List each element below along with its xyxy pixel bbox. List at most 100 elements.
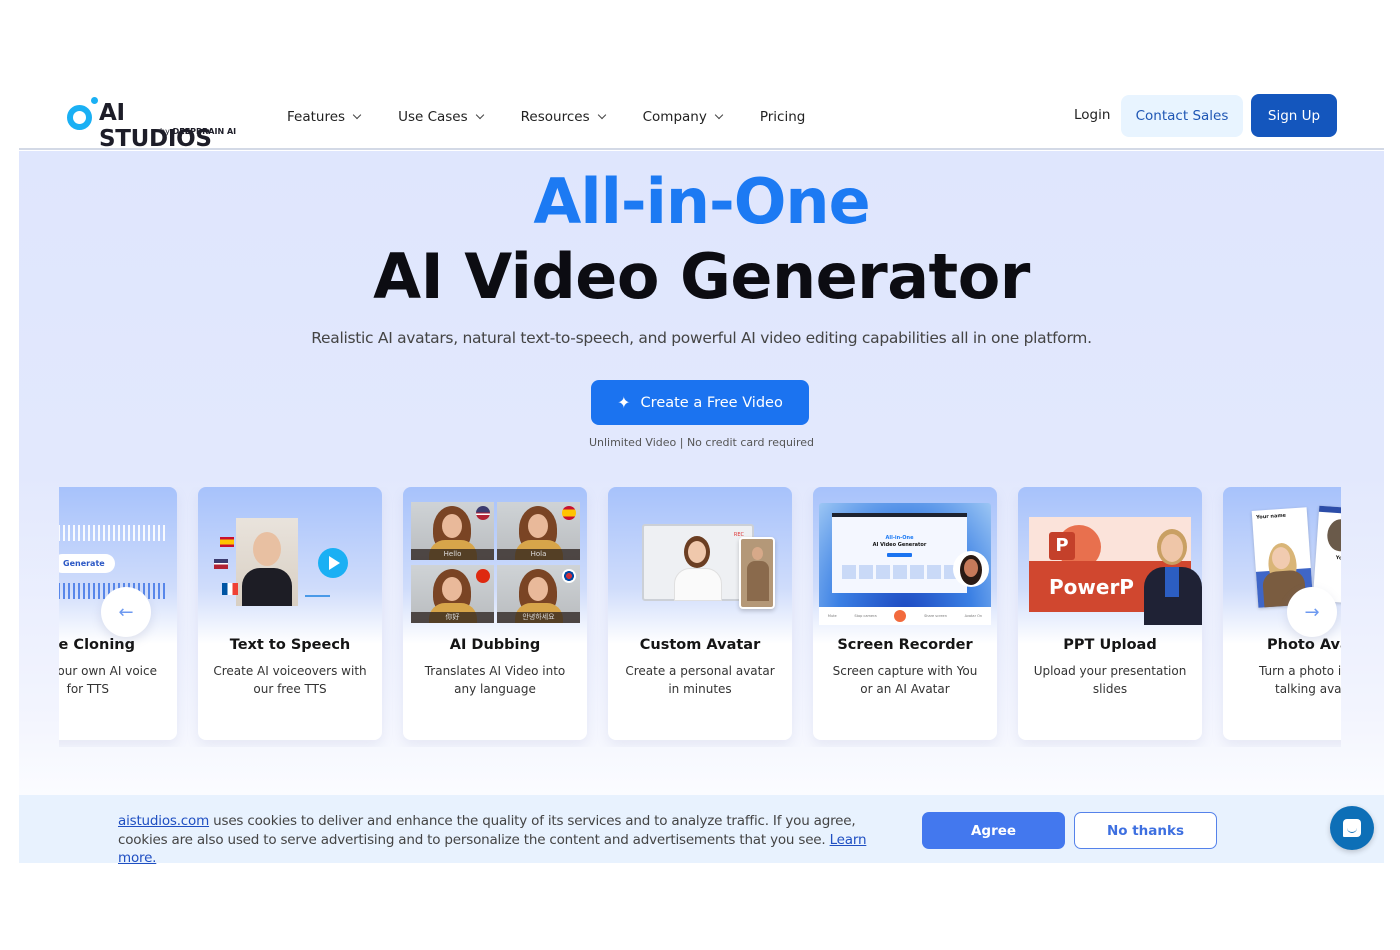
dub-caption: 你好 xyxy=(411,612,494,623)
presenter xyxy=(1144,529,1202,625)
presenter-body xyxy=(242,568,292,606)
no-thanks-button[interactable]: No thanks xyxy=(1074,812,1217,849)
site-link[interactable]: aistudios.com xyxy=(118,813,209,829)
sign-up-button[interactable]: Sign Up xyxy=(1251,94,1337,137)
card-desc: Translates AI Video into any language xyxy=(411,662,579,698)
recorder-toolbar: Mute Stop camera Share screen Avatar On xyxy=(819,607,991,625)
card-desc-line: our own AI voice xyxy=(59,664,157,678)
avatar-face xyxy=(528,577,548,601)
chat-launcher-button[interactable] xyxy=(1330,806,1374,850)
avatar-body xyxy=(674,568,722,601)
card-desc-line: any language xyxy=(454,682,536,696)
carousel-next-button[interactable]: → xyxy=(1287,587,1337,637)
spain-flag-icon xyxy=(220,537,234,547)
nav-pricing[interactable]: Pricing xyxy=(760,109,806,125)
card-desc-line: in minutes xyxy=(668,682,732,696)
main-nav: Features Use Cases Resources Company Pri… xyxy=(287,85,843,148)
nav-label: Features xyxy=(287,108,346,125)
dub-caption: 안녕하세요 xyxy=(497,612,580,623)
card-desc-line: talking avat xyxy=(1275,682,1341,696)
feature-card-ppt-upload[interactable]: P PowerP PPT Upload Upload your presenta… xyxy=(1018,487,1202,740)
card-desc: Turn a photo i talking avat xyxy=(1231,662,1341,698)
nav-company[interactable]: Company xyxy=(643,109,724,125)
login-link[interactable]: Login xyxy=(1074,107,1110,123)
powerpoint-icon: P xyxy=(1049,532,1075,560)
card-title: Photo Ava xyxy=(1267,637,1341,653)
create-free-video-button[interactable]: ✦ Create a Free Video xyxy=(591,380,809,425)
chevron-down-icon xyxy=(597,110,606,119)
laptop-mock: REC xyxy=(642,524,754,601)
cookie-banner: aistudios.com uses cookies to deliver an… xyxy=(19,795,1384,866)
nav-features[interactable]: Features xyxy=(287,108,362,125)
mini-title-accent: All-in-One xyxy=(885,535,914,541)
contact-sales-button[interactable]: Contact Sales xyxy=(1121,95,1243,137)
nav-label: Resources xyxy=(520,108,590,125)
card-desc-line: for TTS xyxy=(66,682,109,696)
card-title: AI Dubbing xyxy=(449,637,541,653)
dub-tile: Hello xyxy=(411,502,494,560)
nav-use-cases[interactable]: Use Cases xyxy=(398,108,484,125)
hero-subtitle: Realistic AI avatars, natural text-to-sp… xyxy=(311,329,1092,347)
carousel-prev-button[interactable]: ← xyxy=(101,587,151,637)
feature-card-ai-dubbing[interactable]: Hello Hola 你好 안녕하세요 AI Dubbing Translate… xyxy=(403,487,587,740)
logo[interactable]: AI STUDIOS by DEEPBRAIN AI xyxy=(65,95,240,152)
chevron-down-icon xyxy=(352,110,362,119)
generate-pill: Generate xyxy=(59,554,115,573)
chat-bubble-icon xyxy=(1343,819,1361,837)
presenter-shirt xyxy=(1165,567,1179,597)
id-card-label: Your name xyxy=(1255,512,1287,521)
china-flag-icon xyxy=(476,569,490,583)
tts-illustration xyxy=(198,487,382,625)
card-desc: Upload your presentation slides xyxy=(1026,662,1194,698)
presenter-face xyxy=(1161,534,1183,562)
cookie-text: aistudios.com uses cookies to deliver an… xyxy=(118,812,908,868)
agree-button[interactable]: Agree xyxy=(922,812,1065,849)
logo-text: AI STUDIOS xyxy=(99,100,212,152)
toolbar-avatar-on: Avatar On xyxy=(964,614,983,618)
card-title: Screen Recorder xyxy=(837,637,973,653)
avatar-bubble xyxy=(953,551,989,587)
card-desc: Create a personal avatar in minutes xyxy=(616,662,784,698)
record-icon xyxy=(894,610,907,622)
mini-title: AI Video Generator xyxy=(872,542,927,548)
cta-label: Create a Free Video xyxy=(640,394,783,411)
hero-section: All-in-One AI Video Generator Realistic … xyxy=(19,151,1384,795)
dubbing-illustration: Hello Hola 你好 안녕하세요 xyxy=(403,487,587,625)
phone-mock xyxy=(739,537,775,609)
feature-card-screen-recorder[interactable]: All-in-One AI Video Generator Mute Stop … xyxy=(813,487,997,740)
cookie-message: uses cookies to deliver and enhance the … xyxy=(118,813,856,848)
logo-ring-icon xyxy=(67,105,92,130)
nav-resources[interactable]: Resources xyxy=(520,108,606,125)
presenter-head xyxy=(253,532,281,566)
mini-cards xyxy=(842,565,960,579)
spain-flag-icon xyxy=(562,506,576,520)
card-desc-line: our free TTS xyxy=(253,682,327,696)
card-title: Custom Avatar xyxy=(639,637,761,653)
phone-person-head xyxy=(752,547,763,560)
toolbar-stop-camera: Stop camera xyxy=(854,614,877,618)
us-flag-icon xyxy=(476,506,490,520)
feature-carousel: Generate ce Cloning our own AI voice for… xyxy=(59,487,1341,747)
logo-by: by xyxy=(160,127,170,136)
avatar-face xyxy=(442,577,462,601)
feature-card-text-to-speech[interactable]: Text to Speech Create AI voiceovers with… xyxy=(198,487,382,740)
avatar-face xyxy=(688,541,706,563)
custom-avatar-illustration: REC xyxy=(608,487,792,625)
nav-label: Use Cases xyxy=(398,108,468,125)
browser-window: All-in-One AI Video Generator xyxy=(832,513,967,593)
arrow-right-icon: → xyxy=(1304,601,1320,623)
card-desc-line: Turn a photo i xyxy=(1259,664,1341,678)
screen-recorder-illustration: All-in-One AI Video Generator Mute Stop … xyxy=(813,487,997,625)
avatar-face xyxy=(964,559,978,577)
desktop-screen: All-in-One AI Video Generator xyxy=(819,503,991,607)
arrow-left-icon: ← xyxy=(118,601,134,623)
card-desc-line: Screen capture with You xyxy=(832,664,978,678)
card-title: Text to Speech xyxy=(229,637,351,653)
cta-note: Unlimited Video | No credit card require… xyxy=(588,436,815,449)
photo-man xyxy=(1326,518,1341,553)
progress-line xyxy=(305,595,330,597)
waveform-icon xyxy=(59,525,167,541)
hero-title: AI Video Generator xyxy=(373,240,1030,313)
chevron-down-icon xyxy=(714,110,724,119)
feature-card-custom-avatar[interactable]: REC Custom Avatar Create a personal avat… xyxy=(608,487,792,740)
